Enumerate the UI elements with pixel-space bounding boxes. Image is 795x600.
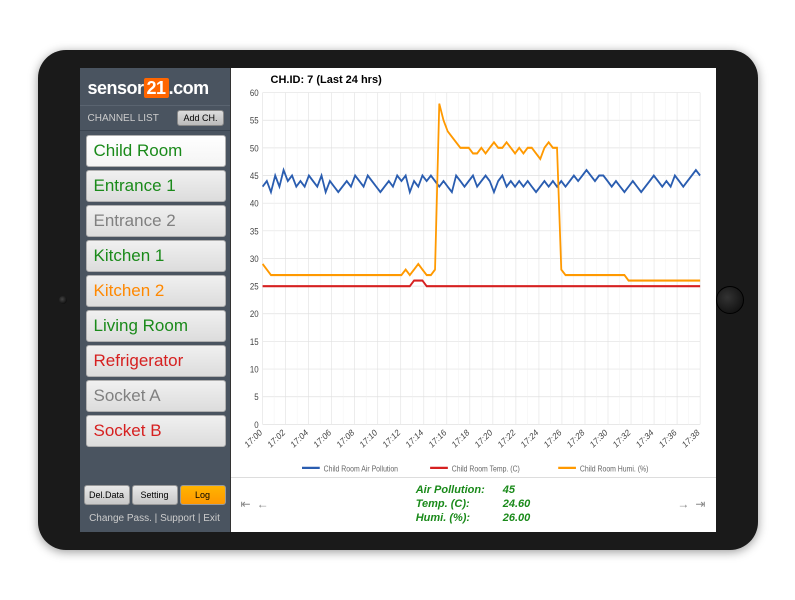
svg-text:17:34: 17:34 <box>634 427 655 450</box>
app-screen: sensor21.com CHANNEL LIST Add CH. Child … <box>80 68 716 532</box>
svg-text:17:06: 17:06 <box>311 427 332 450</box>
channel-list-header: CHANNEL LIST Add CH. <box>80 105 230 131</box>
svg-text:17:22: 17:22 <box>496 427 517 450</box>
svg-text:17:38: 17:38 <box>680 427 701 450</box>
svg-text:17:02: 17:02 <box>265 427 286 450</box>
chart-svg: 05101520253035404550556017:0017:0217:041… <box>235 88 708 477</box>
nav-left: ⇤ ← <box>241 497 269 511</box>
log-button[interactable]: Log <box>180 485 226 505</box>
svg-text:5: 5 <box>254 392 259 403</box>
svg-text:Child Room Humi. (%): Child Room Humi. (%) <box>579 464 648 474</box>
svg-text:60: 60 <box>249 88 258 98</box>
svg-text:17:28: 17:28 <box>565 427 586 450</box>
svg-text:Child Room Temp. (C): Child Room Temp. (C) <box>451 464 520 474</box>
svg-text:35: 35 <box>249 226 258 237</box>
svg-text:17:26: 17:26 <box>542 427 563 450</box>
nav-next-icon[interactable]: → <box>677 497 689 511</box>
svg-text:17:32: 17:32 <box>611 427 632 450</box>
svg-text:20: 20 <box>249 309 258 320</box>
svg-text:17:18: 17:18 <box>449 427 470 450</box>
app-logo: sensor21.com <box>80 68 230 105</box>
support-link[interactable]: Support <box>160 513 195 524</box>
svg-text:17:16: 17:16 <box>426 427 447 450</box>
nav-prev-icon[interactable]: ← <box>257 497 269 511</box>
footer-sep-1: | <box>152 513 160 524</box>
svg-text:17:36: 17:36 <box>657 427 678 450</box>
tablet-frame: sensor21.com CHANNEL LIST Add CH. Child … <box>38 50 758 550</box>
svg-text:15: 15 <box>249 336 258 347</box>
humidity-label: Humi. (%): <box>416 512 485 524</box>
channel-item[interactable]: Refrigerator <box>86 345 226 377</box>
nav-right: → ⇥ <box>677 497 705 511</box>
channel-item[interactable]: Entrance 1 <box>86 170 226 202</box>
channel-item[interactable]: Kitchen 1 <box>86 240 226 272</box>
readings: Air Pollution: 45 Temp. (C): 24.60 Humi.… <box>416 484 531 524</box>
svg-text:17:14: 17:14 <box>403 427 424 450</box>
channel-list: Child RoomEntrance 1Entrance 2Kitchen 1K… <box>80 131 230 481</box>
delete-data-button[interactable]: Del.Data <box>84 485 130 505</box>
change-password-link[interactable]: Change Pass. <box>89 513 152 524</box>
svg-text:17:00: 17:00 <box>242 427 263 450</box>
svg-text:10: 10 <box>249 364 258 375</box>
add-channel-button[interactable]: Add CH. <box>177 110 223 126</box>
svg-text:17:12: 17:12 <box>380 427 401 450</box>
sidebar-button-row: Del.Data Setting Log <box>80 481 230 509</box>
sidebar: sensor21.com CHANNEL LIST Add CH. Child … <box>80 68 230 532</box>
svg-text:30: 30 <box>249 253 258 264</box>
logo-prefix: sensor <box>88 78 144 98</box>
channel-item[interactable]: Entrance 2 <box>86 205 226 237</box>
svg-text:45: 45 <box>249 170 258 181</box>
channel-item[interactable]: Living Room <box>86 310 226 342</box>
svg-text:17:08: 17:08 <box>334 427 355 450</box>
tablet-camera <box>59 296 67 304</box>
channel-item[interactable]: Socket B <box>86 415 226 447</box>
footer-links: Change Pass. | Support | Exit <box>80 509 230 532</box>
nav-first-icon[interactable]: ⇤ <box>241 497 251 511</box>
svg-text:Child Room Air Pollution: Child Room Air Pollution <box>323 464 397 474</box>
svg-text:25: 25 <box>249 281 258 292</box>
setting-button[interactable]: Setting <box>132 485 178 505</box>
exit-link[interactable]: Exit <box>203 513 220 524</box>
logo-suffix: .com <box>169 78 209 98</box>
svg-text:17:10: 17:10 <box>357 427 378 450</box>
svg-text:50: 50 <box>249 143 258 154</box>
channel-item[interactable]: Socket A <box>86 380 226 412</box>
svg-text:40: 40 <box>249 198 258 209</box>
humidity-value: 26.00 <box>503 512 531 524</box>
chart-title: CH.ID: 7 (Last 24 hrs) <box>231 68 716 88</box>
svg-text:55: 55 <box>249 115 258 126</box>
temperature-label: Temp. (C): <box>416 498 485 510</box>
svg-text:17:30: 17:30 <box>588 427 609 450</box>
nav-last-icon[interactable]: ⇥ <box>695 497 705 511</box>
channel-item[interactable]: Kitchen 2 <box>86 275 226 307</box>
svg-text:17:24: 17:24 <box>519 427 540 450</box>
svg-text:17:20: 17:20 <box>473 427 494 450</box>
air-pollution-label: Air Pollution: <box>416 484 485 496</box>
chart-area: 05101520253035404550556017:0017:0217:041… <box>235 88 708 477</box>
bottom-bar: ⇤ ← Air Pollution: 45 Temp. (C): 24.60 H… <box>231 477 716 532</box>
tablet-home-button[interactable] <box>716 286 744 314</box>
logo-box: 21 <box>144 78 169 98</box>
svg-text:17:04: 17:04 <box>288 427 309 450</box>
channel-list-label: CHANNEL LIST <box>88 113 159 124</box>
temperature-value: 24.60 <box>503 498 531 510</box>
main-panel: CH.ID: 7 (Last 24 hrs) 05101520253035404… <box>230 68 716 532</box>
air-pollution-value: 45 <box>503 484 531 496</box>
channel-item[interactable]: Child Room <box>86 135 226 167</box>
